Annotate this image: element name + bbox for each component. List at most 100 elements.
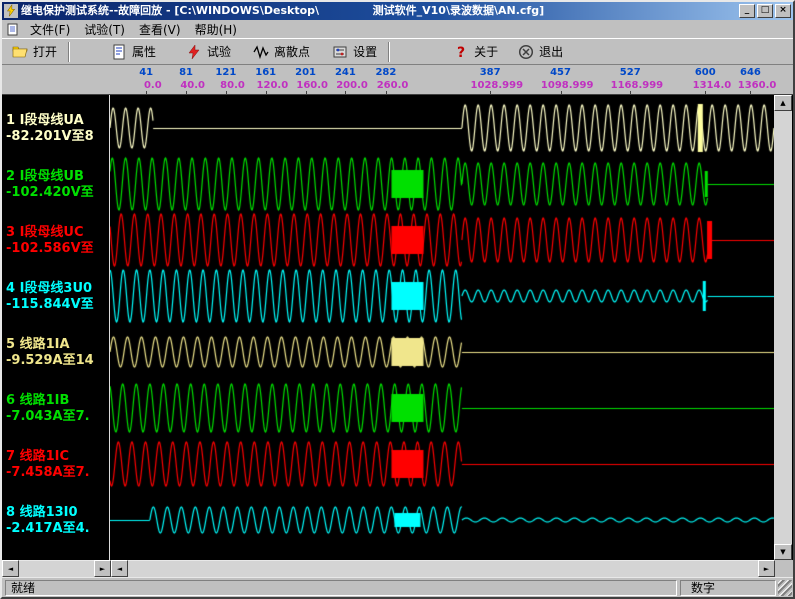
discrete-points-icon [253, 44, 269, 60]
wave-scroll-track[interactable] [128, 560, 758, 577]
channel-label-6[interactable]: 6 线路1IB-7.043A至7. [6, 393, 90, 425]
channel-range: -2.417A至4. [6, 521, 90, 537]
ruler-sample-label: 161 [255, 67, 276, 78]
ruler-time-label: 1314.0 [693, 80, 732, 91]
toolbar-button-label: 试验 [207, 43, 231, 60]
menu-item-2[interactable]: 试验(T) [77, 20, 132, 39]
ruler-time-label: 260.0 [377, 80, 409, 91]
restore-button[interactable]: □ [757, 4, 773, 18]
about-button[interactable]: ?关于 [446, 41, 505, 62]
discrete-points-button[interactable]: 离散点 [246, 41, 317, 62]
up-arrow-icon: ▲ [780, 99, 785, 107]
channel-range: -102.586V至 [6, 241, 94, 257]
channel-label-8[interactable]: 8 线路13I0-2.417A至4. [6, 505, 90, 537]
channel-label-5[interactable]: 5 线路1IA-9.529A至14 [6, 337, 94, 369]
exit-button[interactable]: 退出 [511, 41, 570, 62]
ruler-sample-label: 81 [179, 67, 193, 78]
ruler-sample-label: 201 [295, 67, 316, 78]
panel-scroll-left-button[interactable]: ◄ [2, 560, 19, 577]
open-button[interactable]: 打开 [5, 41, 64, 62]
toolbar-button-label: 属性 [132, 43, 156, 60]
left-arrow-icon: ◄ [8, 565, 13, 573]
ruler-time-label: 120.0 [257, 80, 289, 91]
menu-item-1[interactable]: 文件(F) [23, 20, 77, 39]
title-bar[interactable]: 继电保护测试系统--故障回放 - [C:\WINDOWS\Desktop\ 测试… [2, 2, 793, 20]
toolbar-separator [68, 42, 70, 62]
exit-icon [518, 44, 534, 60]
waveform-area [110, 95, 774, 560]
status-message: 就绪 [5, 580, 677, 596]
app-window: 继电保护测试系统--故障回放 - [C:\WINDOWS\Desktop\ 测试… [0, 0, 795, 599]
channel-range: -102.420V至 [6, 185, 94, 201]
ruler-sample-label: 282 [375, 67, 396, 78]
settings-button[interactable]: 设置 [325, 41, 384, 62]
ruler-time-label: 40.0 [180, 80, 205, 91]
channel-name: 1 Ⅰ段母线UA [6, 113, 94, 129]
ruler-time-label: 1360.0 [738, 80, 777, 91]
channel-label-2[interactable]: 2 Ⅰ段母线UB-102.420V至 [6, 169, 94, 201]
waveform-canvas[interactable] [110, 95, 774, 560]
ruler-sample-label: 387 [480, 67, 501, 78]
menu-bar: 文件(F)试验(T)查看(V)帮助(H) [2, 20, 793, 38]
channel-label-7[interactable]: 7 线路1IC-7.458A至7. [6, 449, 90, 481]
down-arrow-icon: ▼ [780, 548, 785, 556]
numlock-indicator: 数字 [680, 580, 776, 596]
ruler-scale[interactable]: 410.08140.012180.0161120.0201160.0241200… [111, 65, 775, 95]
channel-range: -7.458A至7. [6, 465, 90, 481]
minimize-button[interactable]: _ [739, 4, 755, 18]
wave-scroll-left-button[interactable]: ◄ [111, 560, 128, 577]
toolbar-separator [388, 42, 390, 62]
settings-icon [332, 44, 348, 60]
toolbar-button-label: 打开 [33, 43, 57, 60]
toolbar-button-label: 退出 [539, 43, 563, 60]
scroll-up-button[interactable]: ▲ [774, 95, 792, 111]
bottom-scroll-row: ◄ ► ◄ ► [2, 560, 793, 577]
channel-name: 4 Ⅰ段母线3U0 [6, 281, 94, 297]
ruler-time-label: 1168.999 [611, 80, 664, 91]
resize-grip[interactable] [778, 580, 792, 596]
channel-name: 8 线路13I0 [6, 505, 90, 521]
channel-panel: 1 Ⅰ段母线UA-82.201V至8 2 Ⅰ段母线UB-102.420V至 3 Ⅰ段… [2, 95, 110, 560]
channel-name: 6 线路1IB [6, 393, 90, 409]
document-icon [6, 23, 19, 36]
wave-scroll-right-button[interactable]: ► [758, 560, 775, 577]
content-area: 1 Ⅰ段母线UA-82.201V至8 2 Ⅰ段母线UB-102.420V至 3 Ⅰ段… [2, 95, 793, 560]
toolbar: 打开 属性 试验 离散点设置 ?关于 退出 [2, 38, 793, 65]
ruler-sample-label: 646 [740, 67, 761, 78]
ruler-time-label: 160.0 [296, 80, 328, 91]
vertical-scrollbar[interactable]: ▲ ▼ [774, 95, 792, 560]
scroll-down-button[interactable]: ▼ [774, 544, 792, 560]
close-button[interactable]: × [775, 4, 791, 18]
ruler-time-label: 1098.999 [541, 80, 594, 91]
vertical-scroll-track[interactable] [774, 111, 792, 544]
menu-item-3[interactable]: 查看(V) [132, 20, 188, 39]
window-title: 继电保护测试系统--故障回放 - [C:\WINDOWS\Desktop\ 测试… [21, 2, 739, 20]
channel-name: 7 线路1IC [6, 449, 90, 465]
open-icon [12, 44, 28, 60]
panel-scroll-right-button[interactable]: ► [94, 560, 111, 577]
time-ruler: 410.08140.012180.0161120.0201160.0241200… [2, 65, 793, 95]
menu-item-4[interactable]: 帮助(H) [188, 20, 244, 39]
channel-range: -7.043A至7. [6, 409, 90, 425]
channel-range: -9.529A至14 [6, 353, 94, 369]
about-icon: ? [453, 44, 469, 60]
toolbar-button-label: 离散点 [274, 43, 310, 60]
ruler-time-label: 80.0 [220, 80, 245, 91]
channel-name: 5 线路1IA [6, 337, 94, 353]
panel-scroll-track[interactable] [19, 560, 94, 577]
channel-label-3[interactable]: 3 Ⅰ段母线UC-102.586V至 [6, 225, 94, 257]
ruler-time-label: 200.0 [336, 80, 368, 91]
ruler-sample-label: 527 [620, 67, 641, 78]
ruler-sample-label: 121 [215, 67, 236, 78]
properties-button[interactable]: 属性 [104, 41, 163, 62]
panel-horizontal-scrollbar[interactable]: ◄ ► [2, 560, 111, 577]
waveform-horizontal-scrollbar[interactable]: ◄ ► [111, 560, 775, 577]
channel-label-1[interactable]: 1 Ⅰ段母线UA-82.201V至8 [6, 113, 94, 145]
channel-range: -115.844V至 [6, 297, 94, 313]
ruler-sample-label: 600 [695, 67, 716, 78]
app-icon [4, 4, 18, 18]
right-arrow-icon: ► [764, 565, 769, 573]
channel-label-4[interactable]: 4 Ⅰ段母线3U0-115.844V至 [6, 281, 94, 313]
test-button[interactable]: 试验 [179, 41, 238, 62]
svg-text:?: ? [457, 45, 465, 60]
